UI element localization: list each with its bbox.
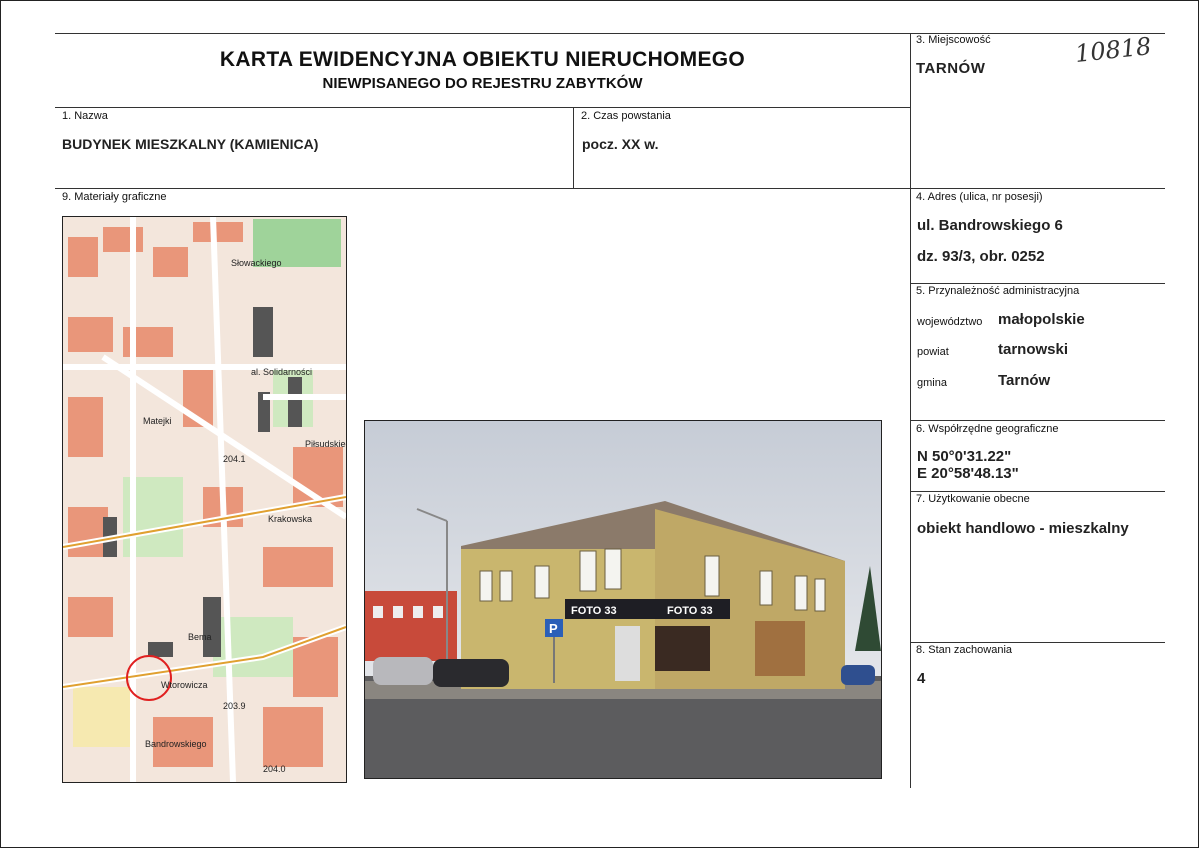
adres-label: 4. Adres (ulica, nr posesji) bbox=[916, 191, 1043, 203]
gmina-label: gmina bbox=[917, 377, 947, 389]
uzytkowanie-label: 7. Użytkowanie obecne bbox=[916, 493, 1030, 505]
map-label-elev3: 204.0 bbox=[263, 764, 286, 774]
wspolrzedne-n: N 50°0'31.22" bbox=[917, 448, 1012, 465]
map-label-matejki: Matejki bbox=[143, 416, 172, 426]
rule-admin-bottom bbox=[910, 420, 1165, 421]
miejscowosc-label: 3. Miejscowość bbox=[916, 34, 991, 46]
map-label-krakowska: Krakowska bbox=[268, 514, 312, 524]
powiat-label: powiat bbox=[917, 346, 949, 358]
rule-use-bottom bbox=[910, 642, 1165, 643]
photo-sign-foto2: FOTO 33 bbox=[667, 605, 713, 617]
nazwa-value: BUDYNEK MIESZKALNY (KAMIENICA) bbox=[62, 136, 319, 152]
adres-line2: dz. 93/3, obr. 0252 bbox=[917, 248, 1045, 265]
materialy-label: 9. Materiały graficzne bbox=[62, 191, 167, 203]
stan-value: 4 bbox=[917, 670, 926, 687]
rule-right-column bbox=[910, 33, 911, 788]
map-label-elev1: 204.1 bbox=[223, 454, 246, 464]
map-label-elev2: 203.9 bbox=[223, 701, 246, 711]
wojewodztwo-value: małopolskie bbox=[998, 311, 1085, 328]
rule-name-bottom bbox=[55, 188, 1165, 189]
photo-sign-foto1: FOTO 33 bbox=[571, 605, 617, 617]
przynaleznosc-label: 5. Przynależność administracyjna bbox=[916, 285, 1080, 297]
powiat-value: tarnowski bbox=[998, 341, 1069, 358]
czas-label: 2. Czas powstania bbox=[581, 110, 671, 122]
adres-line1: ul. Bandrowskiego 6 bbox=[917, 217, 1063, 234]
page-subtitle: NIEWPISANEGO DO REJESTRU ZABYTKÓW bbox=[322, 75, 643, 92]
rule-coords-bottom bbox=[910, 491, 1165, 492]
nazwa-label: 1. Nazwa bbox=[62, 110, 108, 122]
gmina-value: Tarnów bbox=[998, 372, 1051, 389]
map-label-solidarnosci: al. Solidarności bbox=[251, 367, 312, 377]
photo-sign-parking: P bbox=[549, 621, 558, 636]
page-title: KARTA EWIDENCYJNA OBIEKTU NIERUCHOMEGO bbox=[219, 48, 746, 71]
rule-top bbox=[55, 33, 1165, 34]
map-label-wtorowicza: Wtorowicza bbox=[161, 680, 208, 690]
stan-label: 8. Stan zachowania bbox=[916, 644, 1013, 656]
building-photo: FOTO 33 FOTO 33 P bbox=[364, 420, 882, 779]
miejscowosc-value: TARNÓW bbox=[916, 60, 986, 77]
map-label-slowackiego: Słowackiego bbox=[231, 258, 282, 268]
rule-name-split bbox=[573, 107, 574, 188]
rule-address-bottom bbox=[910, 283, 1165, 284]
uzytkowanie-value: obiekt handlowo - mieszkalny bbox=[917, 520, 1129, 537]
map-label-bandrowskiego: Bandrowskiego bbox=[145, 739, 207, 749]
czas-value: pocz. XX w. bbox=[582, 136, 659, 152]
map-label-bema: Bema bbox=[188, 632, 212, 642]
wojewodztwo-label: województwo bbox=[917, 316, 983, 328]
rule-title-bottom bbox=[55, 107, 910, 108]
location-map: Słowackiego al. Solidarności Krakowska B… bbox=[62, 216, 356, 783]
wspolrzedne-label: 6. Współrzędne geograficzne bbox=[916, 423, 1059, 435]
map-label-pilsudskiego: Piłsudskiego bbox=[305, 439, 346, 449]
wspolrzedne-e: E 20°58'48.13" bbox=[917, 465, 1019, 482]
